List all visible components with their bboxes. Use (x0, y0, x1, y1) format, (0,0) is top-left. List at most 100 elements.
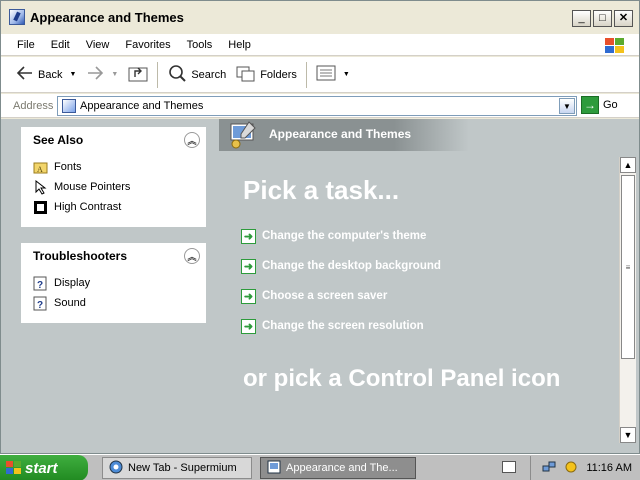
task-label: Choose a screen saver (262, 290, 388, 302)
help-icon: ? (33, 276, 48, 291)
back-button[interactable]: Back ▼ (11, 60, 81, 90)
network-icon[interactable] (542, 460, 556, 477)
category-title: Appearance and Themes (269, 127, 412, 141)
chevron-down-icon[interactable]: ▼ (559, 98, 575, 114)
task-change-theme[interactable]: ➜ Change the computer's theme (241, 221, 441, 251)
control-panel-icon (62, 99, 76, 113)
folders-button[interactable]: Folders (231, 60, 302, 90)
menu-file[interactable]: File (1, 39, 43, 51)
troubleshooter-item-display[interactable]: ? Display (33, 273, 194, 293)
task-screen-resolution[interactable]: ➜ Change the screen resolution (241, 311, 441, 341)
appearance-themes-icon (227, 119, 259, 150)
help-icon: ? (33, 296, 48, 311)
category-header: Appearance and Themes (219, 119, 469, 151)
window-title: Appearance and Themes (30, 9, 184, 25)
start-button[interactable]: start (0, 455, 88, 480)
back-dropdown-icon[interactable]: ▼ (69, 71, 76, 78)
content-area: See Also ︽ A Fonts Mouse Pointers High C… (1, 119, 639, 453)
troubleshooter-item-sound[interactable]: ? Sound (33, 293, 194, 313)
go-arrow-icon: → (581, 96, 599, 114)
see-also-title: See Also (33, 133, 84, 147)
address-bar: Address Appearance and Themes ▼ → Go (1, 94, 639, 118)
views-dropdown-icon[interactable]: ▼ (343, 71, 350, 78)
see-also-label: High Contrast (54, 201, 122, 213)
keyboard-icon[interactable] (502, 461, 516, 473)
pick-icon-heading: or pick a Control Panel icon (243, 365, 561, 392)
toolbar-separator (305, 61, 307, 88)
address-value: Appearance and Themes (80, 100, 204, 112)
troubleshooters-panel: Troubleshooters ︽ ? Display ? Sound (21, 243, 206, 323)
task-arrow-icon: ➜ (241, 258, 256, 274)
scroll-down-button[interactable]: ▼ (620, 427, 636, 443)
troubleshooters-header[interactable]: Troubleshooters ︽ (21, 243, 206, 269)
folder-fonts-icon: A (33, 160, 48, 175)
task-pane: See Also ︽ A Fonts Mouse Pointers High C… (1, 119, 219, 453)
high-contrast-icon (33, 200, 48, 215)
windows-logo-icon (6, 461, 22, 475)
minimize-button[interactable]: _ (572, 10, 591, 27)
see-also-header[interactable]: See Also ︽ (21, 127, 206, 153)
folders-label: Folders (260, 68, 297, 81)
task-arrow-icon: ➜ (241, 228, 256, 244)
svg-text:?: ? (37, 280, 43, 291)
task-arrow-icon: ➜ (241, 288, 256, 304)
up-folder-icon (128, 64, 148, 85)
folders-icon (236, 64, 256, 85)
explorer-window: Appearance and Themes _ □ ✕ File Edit Vi… (0, 0, 640, 454)
system-tray: 11:16 AM (530, 456, 640, 480)
search-label: Search (191, 68, 227, 81)
task-screen-saver[interactable]: ➜ Choose a screen saver (241, 281, 441, 311)
menu-help[interactable]: Help (220, 39, 259, 51)
views-button[interactable]: ▼ (311, 60, 355, 90)
forward-button[interactable]: ▼ (81, 60, 123, 90)
taskbar-item-label: Appearance and The... (286, 462, 398, 474)
see-also-label: Mouse Pointers (54, 181, 131, 193)
toolbar: Back ▼ ▼ Search Folders ▼ (1, 57, 639, 93)
menu-bar: File Edit View Favorites Tools Help (1, 34, 639, 56)
task-arrow-icon: ➜ (241, 318, 256, 334)
task-list: ➜ Change the computer's theme ➜ Change t… (241, 221, 441, 341)
svg-text:?: ? (37, 300, 43, 311)
collapse-icon[interactable]: ︽ (184, 248, 200, 264)
see-also-item-fonts[interactable]: A Fonts (33, 157, 194, 177)
up-folder-button[interactable] (123, 60, 153, 90)
search-button[interactable]: Search (162, 60, 231, 90)
collapse-icon[interactable]: ︽ (184, 132, 200, 148)
control-panel-icon (9, 9, 25, 25)
task-label: Change the screen resolution (262, 320, 424, 332)
see-also-item-mouse-pointers[interactable]: Mouse Pointers (33, 177, 194, 197)
forward-dropdown-icon[interactable]: ▼ (111, 71, 118, 78)
menu-view[interactable]: View (78, 39, 118, 51)
menu-tools[interactable]: Tools (179, 39, 221, 51)
taskbar-item-appearance[interactable]: Appearance and The... (260, 457, 416, 479)
taskbar-item-label: New Tab - Supermium (128, 462, 237, 474)
taskbar: start New Tab - Supermium Appearance and… (0, 454, 640, 480)
maximize-button[interactable]: □ (593, 10, 612, 27)
menu-favorites[interactable]: Favorites (117, 39, 178, 51)
scroll-thumb[interactable]: ≡ (621, 175, 635, 359)
troubleshooter-label: Display (54, 277, 91, 289)
address-input[interactable]: Appearance and Themes ▼ (57, 96, 577, 116)
troubleshooters-title: Troubleshooters (33, 249, 128, 263)
see-also-label: Fonts (54, 161, 82, 173)
clock[interactable]: 11:16 AM (586, 462, 632, 474)
close-button[interactable]: ✕ (614, 10, 633, 27)
troubleshooter-label: Sound (54, 297, 86, 309)
vertical-scrollbar[interactable]: ▲ ≡ ▼ (619, 157, 636, 443)
back-arrow-icon (16, 65, 34, 84)
browser-icon (109, 460, 123, 477)
scroll-up-button[interactable]: ▲ (620, 157, 636, 173)
task-change-background[interactable]: ➜ Change the desktop background (241, 251, 441, 281)
security-icon[interactable] (564, 460, 578, 477)
forward-arrow-icon (86, 65, 104, 84)
go-button[interactable]: → Go (581, 96, 618, 114)
taskbar-item-supermium[interactable]: New Tab - Supermium (102, 457, 252, 479)
svg-text:A: A (37, 165, 43, 174)
mouse-pointer-icon (33, 179, 48, 195)
see-also-panel: See Also ︽ A Fonts Mouse Pointers High C… (21, 127, 206, 227)
task-label: Change the computer's theme (262, 230, 427, 242)
title-bar[interactable]: Appearance and Themes _ □ ✕ (1, 1, 639, 33)
see-also-item-high-contrast[interactable]: High Contrast (33, 197, 194, 217)
menu-edit[interactable]: Edit (43, 39, 78, 51)
windows-logo-icon (603, 36, 625, 54)
